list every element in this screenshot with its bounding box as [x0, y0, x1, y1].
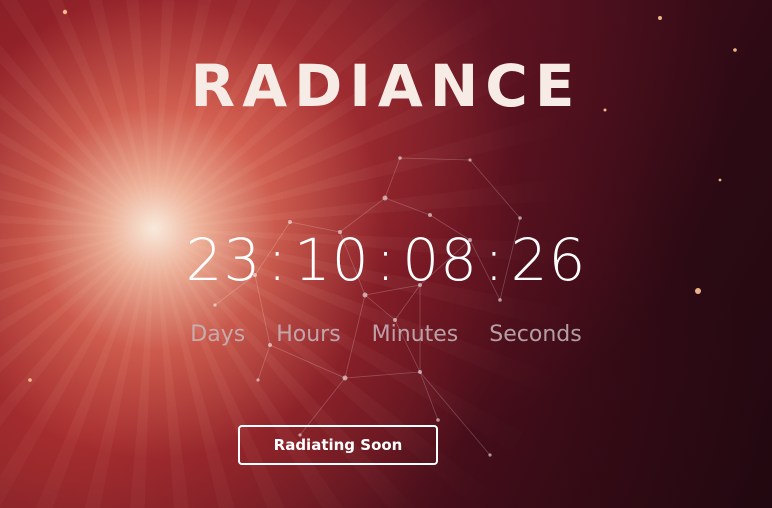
countdown-hours: 10: [293, 226, 370, 294]
countdown-separator: :: [267, 226, 288, 294]
countdown-minutes: 08: [402, 226, 479, 294]
radiating-soon-button[interactable]: Radiating Soon: [238, 425, 438, 465]
label-seconds: Seconds: [489, 322, 582, 347]
countdown-timer: 23:10:08:26: [0, 226, 772, 294]
label-minutes: Minutes: [371, 322, 459, 347]
countdown-separator: :: [375, 226, 397, 294]
label-hours: Hours: [276, 322, 341, 347]
countdown-separator: :: [484, 226, 505, 294]
label-days: Days: [190, 322, 246, 347]
countdown-seconds: 26: [510, 226, 587, 294]
countdown-labels: Days Hours Minutes Seconds: [0, 322, 772, 347]
countdown-days: 23: [185, 226, 262, 294]
site-title: RADIANCE: [190, 52, 582, 120]
